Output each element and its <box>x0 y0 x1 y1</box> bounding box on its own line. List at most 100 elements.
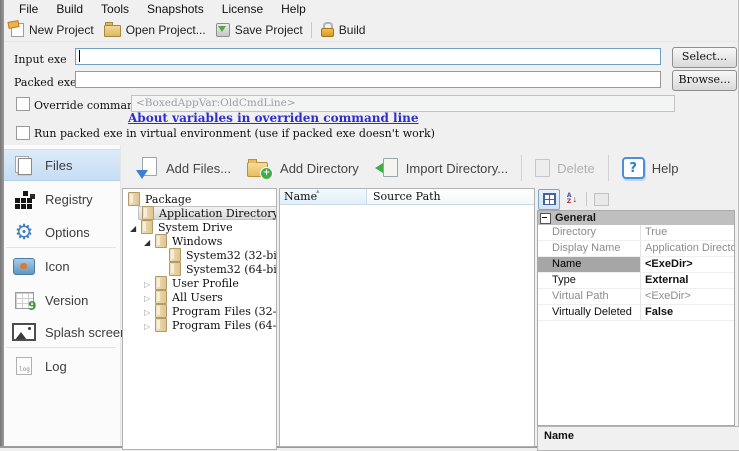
toolbar-separator <box>586 192 587 206</box>
new-project-button[interactable]: New Project <box>6 22 99 38</box>
about-variables-link[interactable]: About variables in overriden command lin… <box>128 111 419 125</box>
build-button[interactable]: Build <box>315 21 371 38</box>
help-button[interactable]: Help <box>614 153 687 183</box>
tree-item-system32-64bit[interactable]: System32 (64-bit) <box>123 262 276 276</box>
version-grid-icon <box>11 287 37 313</box>
add-directory-label: Add Directory <box>280 161 359 176</box>
property-value: Application Directory <box>641 241 734 256</box>
category-label: General <box>555 212 596 224</box>
tree-item-windows[interactable]: Windows <box>123 234 276 248</box>
tree-item-application-directory[interactable]: Application Directory <box>123 206 276 220</box>
files-icon <box>11 152 37 178</box>
save-project-label: Save Project <box>235 23 303 37</box>
sidebar-item-icon[interactable]: Icon <box>4 251 120 281</box>
property-name: Display Name <box>538 241 641 256</box>
sidebar-item-splash-screen[interactable]: Splash screen <box>4 317 120 347</box>
run-virtual-environment-checkbox[interactable] <box>16 126 30 140</box>
open-folder-icon <box>104 25 121 37</box>
sidebar-item-label: Icon <box>45 259 70 274</box>
menu-file[interactable]: File <box>10 1 47 17</box>
add-files-button[interactable]: Add Files... <box>127 153 239 183</box>
sidebar-item-files[interactable]: Files <box>4 149 120 181</box>
tree-item-package[interactable]: Package <box>123 192 276 206</box>
property-toolbar <box>537 188 735 210</box>
property-row-name[interactable]: Name <ExeDir> <box>538 257 734 273</box>
alphabetical-sort-button[interactable] <box>562 190 582 209</box>
column-header-source-path[interactable]: Source Path <box>367 189 534 204</box>
sidebar-item-label: Version <box>45 293 88 308</box>
splash-screen-icon <box>11 319 37 345</box>
menu-build[interactable]: Build <box>47 1 92 17</box>
package-tree: Package Application Directory System Dri… <box>122 188 277 450</box>
sidebar-separator <box>6 247 116 248</box>
collapse-minus-icon[interactable] <box>540 213 551 224</box>
folder-icon <box>169 248 181 262</box>
categorized-view-button[interactable] <box>538 189 560 210</box>
property-description: Name <box>537 426 739 451</box>
folder-icon <box>155 290 167 304</box>
tree-item-label: Windows <box>172 235 222 248</box>
folder-icon <box>142 206 154 220</box>
menu-tools[interactable]: Tools <box>92 1 138 17</box>
sidebar-item-options[interactable]: Options <box>4 217 120 247</box>
property-row-display-name[interactable]: Display Name Application Directory <box>538 241 734 257</box>
browse-button[interactable]: Browse... <box>672 70 737 91</box>
save-project-button[interactable]: Save Project <box>211 22 308 38</box>
categorized-icon <box>543 193 556 205</box>
import-directory-button[interactable]: Import Directory... <box>367 153 516 183</box>
property-row-directory[interactable]: Directory True <box>538 225 734 241</box>
menu-bar: File Build Tools Snapshots License Help <box>4 0 738 18</box>
expander-collapsed-icon[interactable] <box>144 319 155 332</box>
packed-exe-field[interactable] <box>75 71 661 88</box>
lock-icon <box>320 22 334 37</box>
tree-item-user-profile[interactable]: User Profile <box>123 276 276 290</box>
tree-item-system32-32bit[interactable]: System32 (32-bit) <box>123 248 276 262</box>
folder-icon <box>155 318 167 332</box>
menu-license[interactable]: License <box>213 1 272 17</box>
property-name: Directory <box>538 225 641 240</box>
tree-item-program-files-32bit[interactable]: Program Files (32-bit) <box>123 304 276 318</box>
text-caret <box>79 50 80 62</box>
tree-item-all-users[interactable]: All Users <box>123 290 276 304</box>
image-icon <box>11 253 37 279</box>
expander-expanded-icon[interactable] <box>144 235 155 248</box>
sidebar-item-registry[interactable]: Registry <box>4 184 120 214</box>
save-icon <box>216 23 230 37</box>
tree-item-program-files-64bit[interactable]: Program Files (64-bit) <box>123 318 276 332</box>
override-command-line-field[interactable]: <BoxedAppVar:OldCmdLine> <box>131 95 675 112</box>
expander-collapsed-icon[interactable] <box>144 291 155 304</box>
property-value[interactable]: False <box>641 305 734 320</box>
select-button[interactable]: Select... <box>672 47 737 68</box>
tree-item-label: Program Files (64-bit) <box>172 319 277 332</box>
sidebar-item-label: Log <box>45 359 67 374</box>
expander-expanded-icon[interactable] <box>130 221 141 234</box>
tree-item-label: System Drive <box>158 221 233 234</box>
override-command-line-checkbox[interactable] <box>16 97 30 111</box>
property-name: Virtually Deleted <box>538 305 641 320</box>
add-directory-button[interactable]: Add Directory <box>239 153 367 183</box>
property-name: Name <box>538 257 641 272</box>
expander-collapsed-icon[interactable] <box>144 305 155 318</box>
expander-collapsed-icon[interactable] <box>144 277 155 290</box>
property-value: <ExeDir> <box>641 289 734 304</box>
sidebar-item-log[interactable]: Log <box>4 351 120 381</box>
menu-help[interactable]: Help <box>272 1 315 17</box>
property-value[interactable]: <ExeDir> <box>641 257 734 272</box>
input-exe-field[interactable] <box>75 48 661 65</box>
property-value[interactable]: External <box>641 273 734 288</box>
tree-item-label: User Profile <box>172 277 239 290</box>
category-row-general[interactable]: General <box>538 211 734 225</box>
files-toolbar: Add Files... Add Directory Import Direct… <box>120 149 738 187</box>
tree-item-system-drive[interactable]: System Drive <box>123 220 276 234</box>
property-row-virtual-path[interactable]: Virtual Path <ExeDir> <box>538 289 734 305</box>
sidebar-item-version[interactable]: Version <box>4 285 120 315</box>
property-row-type[interactable]: Type External <box>538 273 734 289</box>
menu-snapshots[interactable]: Snapshots <box>138 1 213 17</box>
open-project-button[interactable]: Open Project... <box>99 21 211 38</box>
tree-item-label: System32 (32-bit) <box>186 249 277 262</box>
folder-icon <box>128 192 140 206</box>
property-row-virtually-deleted[interactable]: Virtually Deleted False <box>538 305 734 321</box>
help-label: Help <box>652 161 679 176</box>
column-header-name[interactable]: Name <box>280 189 367 204</box>
build-label: Build <box>339 23 366 37</box>
